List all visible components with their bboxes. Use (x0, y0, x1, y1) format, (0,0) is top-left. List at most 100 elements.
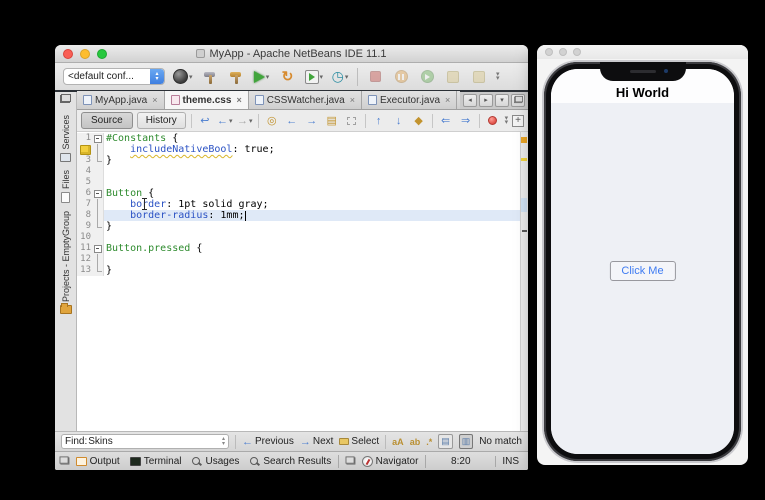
code-line[interactable]: 8 border-radius: 1mm; (77, 210, 520, 221)
gutter[interactable]: 2 (77, 144, 104, 155)
document-tab[interactable]: Executor.java × (361, 91, 458, 109)
gutter[interactable]: 8 (77, 210, 104, 221)
find-previous-icon[interactable]: ← (284, 113, 300, 129)
close-button-inactive[interactable] (545, 48, 553, 56)
simulator-titlebar[interactable] (537, 45, 748, 59)
code-line[interactable]: 1 #Constants { (77, 133, 520, 144)
tab-close-icon[interactable]: × (445, 95, 450, 105)
history-view-button[interactable]: History (136, 112, 186, 129)
gutter[interactable]: 5 (77, 177, 104, 188)
dock-group-icon[interactable] (345, 455, 356, 465)
fold-marker[interactable] (93, 155, 103, 166)
fold-marker[interactable] (93, 243, 103, 254)
build-icon[interactable] (201, 67, 219, 87)
click-me-button[interactable]: Click Me (609, 261, 676, 282)
find-previous-button[interactable]: ← Previous (242, 436, 294, 448)
statusbar-window-button[interactable]: Usages (191, 456, 239, 467)
code-line[interactable]: 4 (77, 166, 520, 177)
code-line[interactable]: 10 (77, 232, 520, 243)
document-tab[interactable]: CSSWatcher.java × (248, 91, 362, 109)
gutter[interactable]: 3 (77, 155, 104, 166)
wrap-search-toggle[interactable]: ▥ (458, 434, 474, 449)
find-next-icon[interactable]: → (304, 113, 320, 129)
previous-bookmark-icon[interactable]: ↑ (371, 113, 387, 129)
clean-build-icon[interactable] (227, 67, 245, 87)
gutter[interactable]: 9 (77, 221, 104, 232)
config-select[interactable]: <default conf... ▴ ▾ (63, 68, 165, 85)
gutter[interactable]: 1 (77, 133, 104, 144)
code-line[interactable]: 9 } (77, 221, 520, 232)
gutter[interactable]: 11 (77, 243, 104, 254)
split-editor-icon[interactable]: + (512, 114, 525, 127)
rerun-icon[interactable]: ↻ (279, 67, 297, 87)
gutter[interactable]: 12 (77, 254, 104, 265)
next-bookmark-icon[interactable]: ↓ (391, 113, 407, 129)
shift-left-icon[interactable]: ⇐ (438, 113, 454, 129)
match-case-toggle[interactable]: aA (392, 437, 404, 447)
fold-marker[interactable] (93, 188, 103, 199)
stripe-warning-mark[interactable] (521, 158, 527, 161)
toggle-bookmark-icon[interactable]: ◆ (411, 113, 427, 129)
highlight-search-icon[interactable]: ▤ (324, 113, 340, 129)
sidebar-tab[interactable]: Projects - EmptyGroup (59, 211, 72, 314)
fold-marker[interactable] (93, 210, 103, 221)
code-line[interactable]: 3 } (77, 155, 520, 166)
code-line[interactable]: 13 } (77, 265, 520, 276)
dock-restore-icon[interactable] (59, 455, 70, 465)
statusbar-window-button[interactable]: Search Results (249, 456, 331, 467)
find-next-button[interactable]: → Next (300, 436, 334, 448)
fold-marker[interactable] (93, 232, 103, 243)
find-selection-icon[interactable]: ◎ (264, 113, 280, 129)
maximize-editor-icon[interactable] (511, 93, 525, 107)
debug-icon[interactable]: ▾ (304, 67, 323, 87)
dock-window-icon[interactable] (60, 94, 71, 103)
tab-close-icon[interactable]: × (152, 95, 157, 105)
whole-word-toggle[interactable]: ab (410, 437, 421, 447)
zoom-button-inactive[interactable] (573, 48, 581, 56)
fold-marker[interactable] (93, 133, 103, 144)
back-icon[interactable]: ← ▾ (217, 113, 233, 129)
gutter[interactable]: 7 (77, 199, 104, 210)
scroll-tabs-left-icon[interactable]: ◂ (463, 93, 477, 107)
code-line[interactable]: 12 (77, 254, 520, 265)
fold-marker[interactable] (93, 199, 103, 210)
source-view-button[interactable]: Source (81, 112, 133, 129)
close-button[interactable] (63, 49, 73, 59)
gutter[interactable]: 13 (77, 265, 104, 276)
fold-marker[interactable] (93, 265, 103, 276)
toolbar-overflow-icon[interactable]: ▾ ▾ (496, 71, 500, 82)
record-macro-icon[interactable] (485, 113, 501, 129)
fold-marker[interactable] (93, 144, 103, 155)
code-line[interactable]: 2 includeNativeBool: true; (77, 144, 520, 155)
regex-toggle[interactable]: .* (426, 437, 432, 447)
document-tab[interactable]: MyApp.java × (77, 91, 165, 109)
minimize-button[interactable] (80, 49, 90, 59)
code-editor[interactable]: 1 #Constants { 2 includeNativeBool: true… (77, 132, 528, 431)
sidebar-tab[interactable]: Services (60, 115, 71, 162)
profile-icon[interactable]: ◷ ▾ (331, 67, 349, 87)
window-titlebar[interactable]: MyApp - Apache NetBeans IDE 11.1 (55, 45, 528, 63)
document-tab[interactable]: theme.css × (164, 91, 249, 109)
code-line[interactable]: 5 (77, 177, 520, 188)
tab-close-icon[interactable]: × (236, 95, 241, 105)
find-history-icon[interactable]: ▴ ▾ (222, 436, 225, 447)
sidebar-tab[interactable]: Files (61, 170, 71, 203)
statusbar-window-button[interactable]: Terminal (129, 456, 181, 467)
zoom-button[interactable] (97, 49, 107, 59)
highlight-results-toggle[interactable]: ▤ (438, 434, 453, 449)
code-line[interactable]: 6 Button { (77, 188, 520, 199)
minimize-button-inactive[interactable] (559, 48, 567, 56)
rectangular-selection-icon[interactable] (344, 113, 360, 129)
run-icon[interactable]: ▾ (253, 67, 271, 87)
tab-list-icon[interactable]: ▾ (495, 93, 509, 107)
globe-icon[interactable]: ▾ (173, 67, 193, 87)
stepper-icon[interactable]: ▴ ▾ (150, 69, 164, 84)
error-stripe[interactable] (520, 132, 528, 431)
find-input[interactable]: Find: Skins ▴ ▾ (61, 434, 229, 449)
fold-marker[interactable] (93, 254, 103, 265)
statusbar-window-button[interactable]: Output (75, 456, 120, 467)
last-edit-icon[interactable]: ↩ (197, 113, 213, 129)
editor-toolbar-overflow-icon[interactable]: ▾ ▾ (505, 115, 509, 126)
gutter[interactable]: 6 (77, 188, 104, 199)
code-line[interactable]: 7 border: 1pt solid gray; (77, 199, 520, 210)
